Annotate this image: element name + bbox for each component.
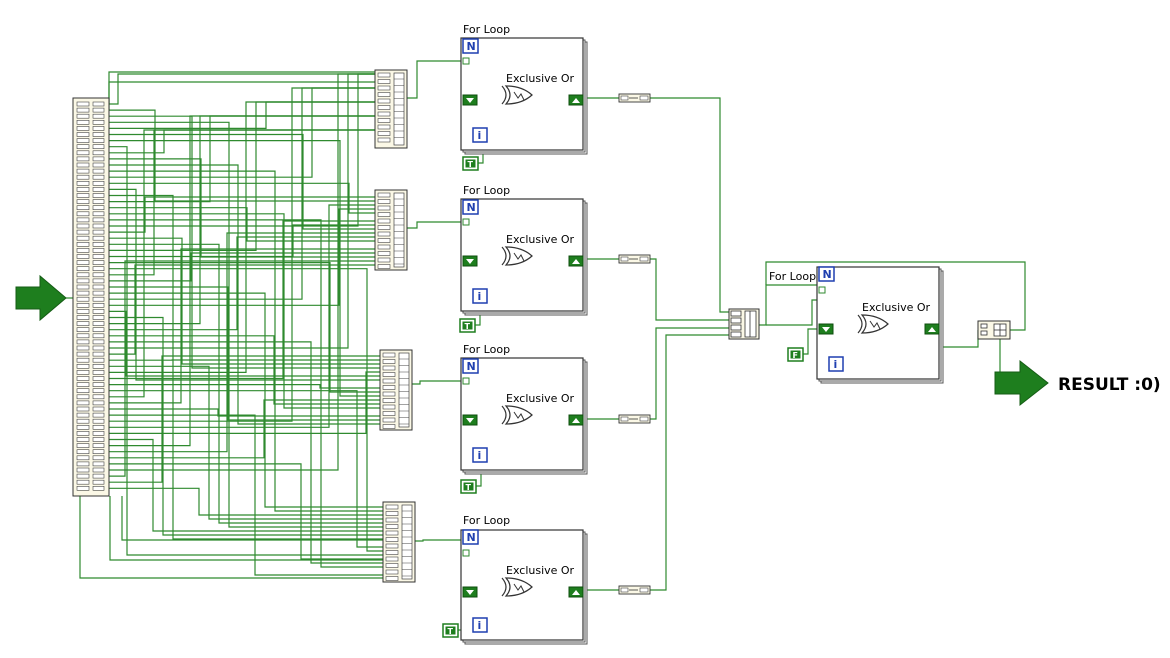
xor-label: Exclusive Or [506, 72, 575, 85]
svg-text:N: N [467, 531, 476, 544]
for-loop-label: For Loop [463, 514, 510, 527]
svg-text:N: N [467, 40, 476, 53]
for-loop-label: For Loop [463, 343, 510, 356]
xor-label: Exclusive Or [862, 301, 931, 314]
svg-text:T: T [466, 483, 472, 492]
boolean-constant[interactable]: T [459, 318, 476, 333]
index-tunnel[interactable] [462, 218, 470, 226]
input-array-node[interactable] [72, 97, 110, 497]
shift-register-left[interactable] [462, 414, 478, 426]
input-arrow-icon [15, 274, 67, 322]
output-array-node[interactable] [977, 320, 1011, 340]
count-terminal[interactable]: N [462, 38, 479, 54]
svg-text:F: F [793, 351, 798, 360]
svg-text:i: i [478, 129, 482, 142]
shift-register-right[interactable] [924, 323, 940, 335]
boolean-constant[interactable]: T [442, 623, 459, 638]
for-loop-label: For Loop [769, 270, 816, 283]
index-array-node[interactable] [382, 501, 416, 583]
iteration-terminal: i [472, 447, 488, 463]
svg-text:T: T [465, 322, 471, 331]
svg-text:i: i [478, 449, 482, 462]
for-loop-3[interactable]: For Loop Ni Exclusive Or T [460, 343, 588, 494]
count-terminal[interactable]: N [462, 529, 479, 545]
count-terminal[interactable]: N [818, 266, 835, 282]
for-loop-2[interactable]: For Loop Ni Exclusive Or T [459, 184, 588, 333]
shift-register-left[interactable] [818, 323, 834, 335]
for-loop-4[interactable]: For Loop Ni Exclusive Or T [442, 514, 588, 645]
iteration-terminal: i [472, 288, 488, 304]
array-to-cluster-node[interactable] [618, 414, 651, 424]
xor-label: Exclusive Or [506, 392, 575, 405]
shift-register-left[interactable] [462, 255, 478, 267]
svg-text:T: T [448, 627, 454, 636]
index-tunnel[interactable] [462, 549, 470, 557]
array-to-cluster-node[interactable] [618, 93, 651, 103]
count-terminal[interactable]: N [462, 199, 479, 215]
for-loops: For Loop Ni Exclusive Or T For Loop Ni Exclusi… [442, 23, 944, 645]
svg-text:N: N [467, 201, 476, 214]
iteration-terminal: i [828, 356, 844, 372]
index-tunnel[interactable] [818, 286, 826, 294]
array-to-cluster-node[interactable] [618, 254, 651, 264]
svg-text:i: i [834, 358, 838, 371]
index-array-node[interactable] [379, 349, 413, 431]
index-tunnel[interactable] [462, 377, 470, 385]
index-tunnel[interactable] [462, 57, 470, 65]
xor-label: Exclusive Or [506, 233, 575, 246]
shift-register-left[interactable] [462, 586, 478, 598]
for-loop-label: For Loop [463, 23, 510, 36]
shift-register-right[interactable] [568, 94, 584, 106]
iteration-terminal: i [472, 617, 488, 633]
build-array-node[interactable] [728, 308, 760, 340]
index-array-node[interactable] [374, 189, 408, 271]
shift-register-left[interactable] [462, 94, 478, 106]
svg-text:N: N [467, 360, 476, 373]
boolean-constant[interactable]: T [460, 479, 477, 494]
iteration-terminal: i [472, 127, 488, 143]
block-diagram: For Loop Ni Exclusive Or T For Loop Ni Exclusi… [15, 23, 1161, 645]
boolean-constant[interactable]: T [462, 156, 479, 171]
boolean-constant[interactable]: F [787, 347, 804, 362]
count-terminal[interactable]: N [462, 358, 479, 374]
output-arrow-icon [994, 359, 1049, 407]
for-loop-1[interactable]: For Loop Ni Exclusive Or T [460, 23, 588, 171]
index-array-node[interactable] [374, 69, 408, 149]
svg-text:T: T [468, 160, 474, 169]
svg-text:i: i [478, 619, 482, 632]
xor-label: Exclusive Or [506, 564, 575, 577]
shift-register-right[interactable] [568, 586, 584, 598]
index-array-nodes [374, 69, 416, 583]
array-to-cluster-node[interactable] [618, 585, 651, 595]
result-label: RESULT :0) [1058, 375, 1161, 395]
svg-text:N: N [823, 268, 832, 281]
shift-register-right[interactable] [568, 414, 584, 426]
for-loop-label: For Loop [463, 184, 510, 197]
svg-text:i: i [478, 290, 482, 303]
shift-register-right[interactable] [568, 255, 584, 267]
